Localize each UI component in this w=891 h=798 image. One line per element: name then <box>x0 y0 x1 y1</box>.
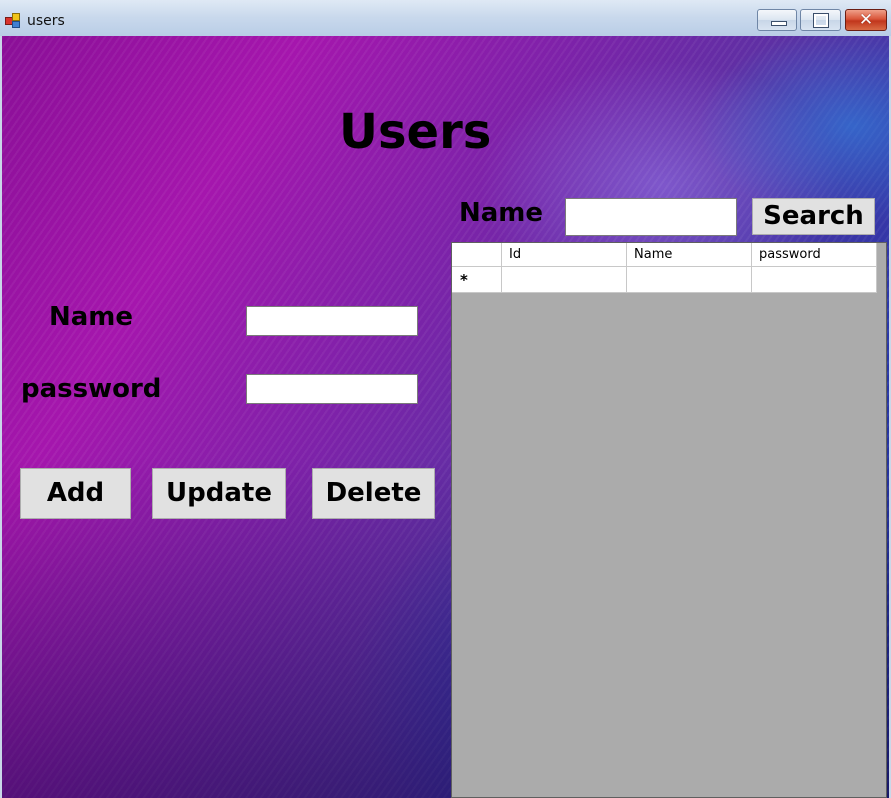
column-header-id[interactable]: Id <box>502 243 627 267</box>
new-row-cell-password[interactable] <box>752 267 877 293</box>
new-row-marker[interactable]: * <box>452 267 502 293</box>
minimize-icon <box>771 21 787 26</box>
maximize-button[interactable] <box>800 9 841 31</box>
new-row-cell-name[interactable] <box>627 267 752 293</box>
search-input[interactable] <box>565 198 737 236</box>
name-label: Name <box>49 302 134 332</box>
grid-new-row[interactable]: * <box>452 267 877 293</box>
new-row-cell-id[interactable] <box>502 267 627 293</box>
delete-button[interactable]: Delete <box>312 468 435 519</box>
window: users ✕ Users Name password Add Update D… <box>0 0 891 798</box>
page-title: Users <box>339 104 492 160</box>
close-icon: ✕ <box>858 10 874 30</box>
update-button[interactable]: Update <box>152 468 286 519</box>
search-name-label: Name <box>459 198 544 228</box>
column-header-name[interactable]: Name <box>627 243 752 267</box>
password-label: password <box>21 374 162 404</box>
grid-header-row: Id Name password <box>452 243 877 267</box>
close-button[interactable]: ✕ <box>845 9 887 31</box>
add-button[interactable]: Add <box>20 468 131 519</box>
form-client-area: Users Name password Add Update Delete Na… <box>2 36 889 798</box>
search-button[interactable]: Search <box>752 198 875 235</box>
window-title: users <box>27 13 65 29</box>
password-input[interactable] <box>246 374 418 404</box>
name-input[interactable] <box>246 306 418 336</box>
column-header-password[interactable]: password <box>752 243 877 267</box>
minimize-button[interactable] <box>757 9 797 31</box>
title-bar[interactable]: users ✕ <box>0 0 891 36</box>
grid-corner-header[interactable] <box>452 243 502 267</box>
app-icon <box>5 12 21 28</box>
maximize-icon <box>813 13 829 28</box>
users-data-grid[interactable]: Id Name password * <box>451 242 887 798</box>
